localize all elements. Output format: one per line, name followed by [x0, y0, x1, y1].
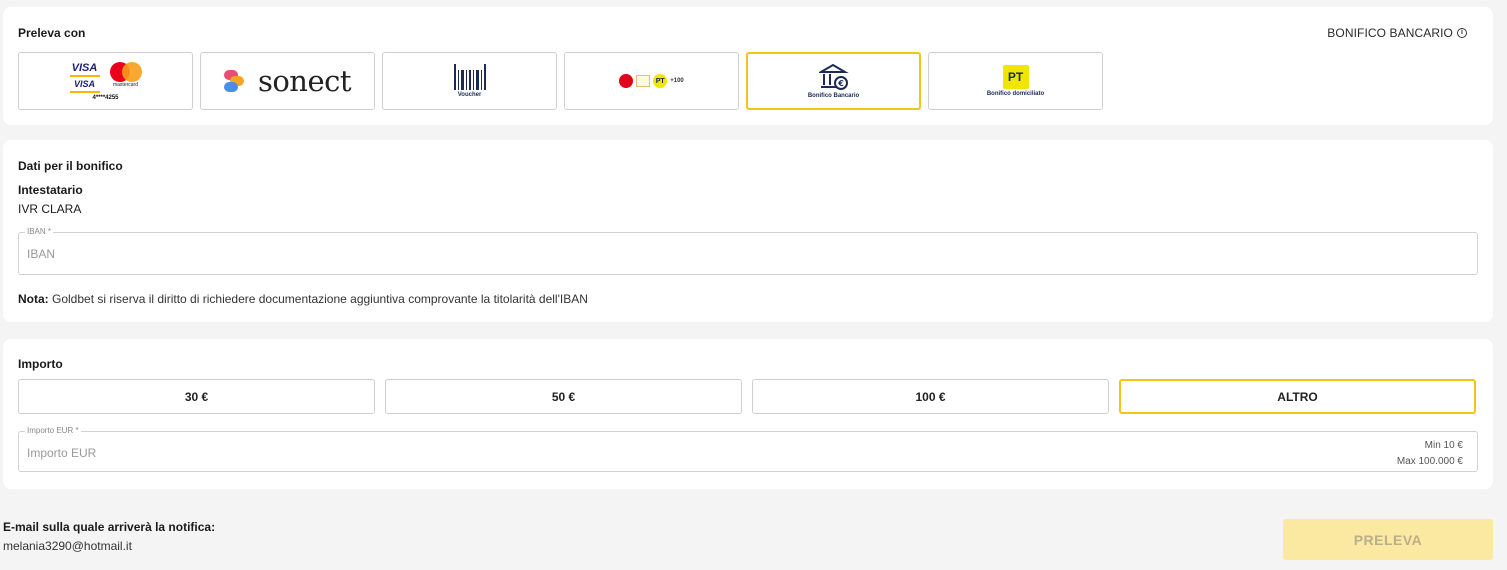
method-sonect[interactable]: sonect [200, 52, 375, 110]
amount-button-altro[interactable]: ALTRO [1119, 379, 1476, 414]
method-bonifico-bancario[interactable]: € Bonifico Bancario [746, 52, 921, 110]
withdraw-method-card: Preleva con BONIFICO BANCARIO i VISA VIS… [3, 7, 1493, 125]
sonect-logo-icon [223, 68, 250, 94]
selected-method-label: BONIFICO BANCARIO [1327, 26, 1453, 40]
method-multi-payment[interactable]: PT +100 [564, 52, 739, 110]
unicredit-icon [619, 74, 634, 88]
multi-payment-logos: PT +100 [619, 74, 684, 88]
section-title-preleva-con: Preleva con [18, 26, 86, 40]
amount-options: 30 € 50 € 100 € ALTRO [18, 379, 1476, 414]
mastercard-icon [109, 61, 142, 82]
amount-button-30[interactable]: 30 € [18, 379, 375, 414]
note-prefix: Nota: [18, 292, 49, 306]
bank-icon: € [818, 63, 849, 90]
method-card[interactable]: VISA VISA mastercard 4****4255 [18, 52, 193, 110]
bonifico-caption: Bonifico Bancario [807, 93, 860, 99]
amount-button-100[interactable]: 100 € [752, 379, 1109, 414]
barcode-icon [453, 64, 486, 90]
selected-method-indicator[interactable]: BONIFICO BANCARIO i [1327, 26, 1467, 40]
info-icon[interactable]: i [1457, 28, 1467, 38]
notification-email-value: melania3290@hotmail.it [3, 539, 132, 553]
min-amount: Min 10 € [1424, 440, 1463, 451]
iban-legend: IBAN * [25, 227, 54, 236]
card-logos: VISA VISA mastercard [69, 61, 142, 94]
section-title-dati-bonifico: Dati per il bonifico [18, 159, 123, 173]
holder-value: IVR CLARA [18, 202, 82, 216]
more-methods-count: +100 [670, 78, 684, 84]
amount-input[interactable] [27, 446, 1194, 460]
mastercard-label: mastercard [112, 81, 138, 88]
holder-label: Intestatario [18, 183, 83, 197]
visa-icon: VISA [71, 61, 98, 74]
note-text: Goldbet si riserva il diritto di richied… [48, 292, 588, 306]
section-title-importo: Importo [18, 357, 63, 371]
bonifico-data-card: Dati per il bonifico Intestatario IVR CL… [3, 140, 1493, 322]
iban-input[interactable] [27, 247, 1194, 261]
notification-email-label: E-mail sulla quale arriverà la notifica: [3, 520, 216, 534]
max-amount: Max 100.000 € [1396, 456, 1463, 467]
amount-field[interactable]: Importo EUR * Min 10 € Max 100.000 € [18, 426, 1478, 472]
importo-card: Importo 30 € 50 € 100 € ALTRO Importo EU… [3, 339, 1493, 489]
method-voucher[interactable]: Voucher [382, 52, 557, 110]
domiciliato-caption: Bonifico domiciliato [986, 91, 1045, 97]
amount-legend: Importo EUR * [25, 426, 81, 435]
iban-field[interactable]: IBAN * [18, 227, 1478, 275]
amount-limits: Min 10 € Max 100.000 € [1397, 438, 1463, 470]
sonect-logo-text: sonect [257, 64, 352, 98]
preleva-button[interactable]: PRELEVA [1283, 519, 1493, 560]
visa-electron-icon: VISA [73, 78, 95, 89]
method-list: VISA VISA mastercard 4****4255 sonect Vo… [18, 52, 1103, 110]
pt-logo-icon: PT [1002, 65, 1029, 89]
card-number: 4****4255 [92, 94, 119, 101]
pt-logo-icon: PT [653, 74, 668, 88]
amount-button-50[interactable]: 50 € [385, 379, 742, 414]
voucher-caption: Voucher [457, 92, 482, 98]
svg-text:€: € [837, 79, 844, 88]
method-bonifico-domiciliato[interactable]: PT Bonifico domiciliato [928, 52, 1103, 110]
store-icon [636, 75, 651, 87]
iban-note: Nota: Goldbet si riserva il diritto di r… [18, 292, 588, 306]
